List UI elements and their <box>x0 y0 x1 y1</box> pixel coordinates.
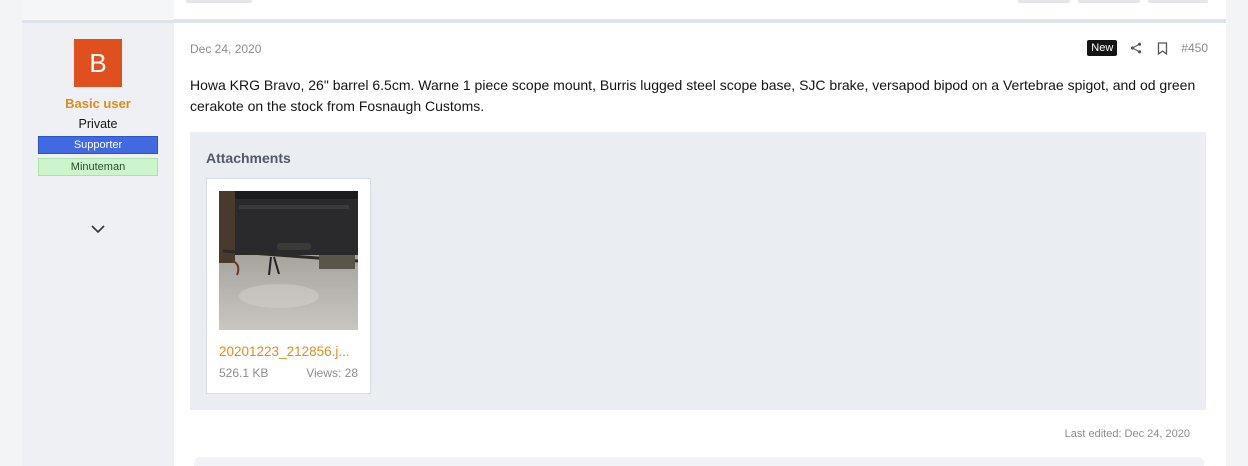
avatar[interactable]: B <box>74 39 122 87</box>
attachments-heading: Attachments <box>206 150 291 166</box>
new-badge: New <box>1087 40 1118 56</box>
previous-post-button[interactable] <box>1018 0 1070 3</box>
attachment-card[interactable]: 20201223_212856.j... 526.1 KB Views: 28 <box>206 178 371 394</box>
previous-post-button[interactable] <box>1078 0 1140 3</box>
previous-post-remnant <box>22 0 1226 20</box>
attachment-views: Views: 28 <box>306 366 358 380</box>
post-date[interactable]: Dec 24, 2020 <box>190 42 261 56</box>
rifle-photo-image <box>219 191 358 330</box>
previous-post-button[interactable] <box>1148 0 1208 3</box>
user-cell: B Basic user Private Supporter Minuteman <box>22 23 174 466</box>
user-banner-minuteman: Minuteman <box>38 158 158 176</box>
user-title: Private <box>78 117 118 131</box>
expand-user-details-button[interactable] <box>88 219 108 239</box>
attachments-block: Attachments 20201223_212856.j... 526.1 K… <box>190 132 1206 410</box>
last-edited: Last edited: Dec 24, 2020 <box>1064 428 1190 440</box>
previous-post-user-cell <box>22 0 174 20</box>
share-icon <box>1131 42 1142 54</box>
bookmark-icon <box>1157 41 1167 55</box>
post-footer-bar <box>194 457 1204 466</box>
chevron-down-icon <box>91 224 105 233</box>
user-banner-supporter: Supporter <box>38 136 158 154</box>
previous-post-button[interactable] <box>186 0 252 3</box>
share-button[interactable] <box>1129 41 1143 55</box>
bookmark-button[interactable] <box>1155 41 1169 55</box>
attachment-size: 526.1 KB <box>219 366 269 380</box>
post-actions: New #450 <box>1087 39 1208 57</box>
attachment-filename[interactable]: 20201223_212856.j... <box>219 344 360 359</box>
post-body: Howa KRG Bravo, 26" barrel 6.5cm. Warne … <box>190 77 1196 114</box>
forum-post: B Basic user Private Supporter Minuteman… <box>22 23 1226 466</box>
username[interactable]: Basic user <box>22 96 174 111</box>
attachment-thumbnail[interactable] <box>219 191 358 330</box>
post-number-link[interactable]: #450 <box>1181 41 1208 55</box>
